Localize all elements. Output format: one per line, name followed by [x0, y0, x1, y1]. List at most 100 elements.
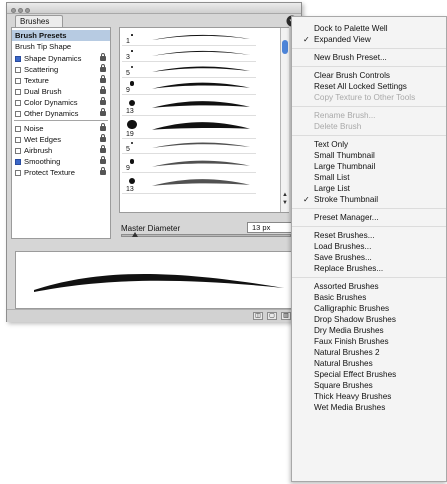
menu-item[interactable]: Dock to Palette Well — [292, 23, 446, 34]
options-separator — [14, 120, 108, 121]
menu-item[interactable]: Natural Brushes — [292, 358, 446, 369]
menu-item[interactable]: Natural Brushes 2 — [292, 347, 446, 358]
brush-preset-row[interactable]: 3 — [122, 46, 256, 62]
brush-option-item[interactable]: Brush Presets — [12, 30, 110, 41]
trash-icon[interactable]: ▥ — [281, 312, 291, 320]
lock-icon[interactable] — [100, 145, 106, 153]
brush-preset-row[interactable]: 5 — [122, 62, 256, 78]
menu-item[interactable]: Reset All Locked Settings — [292, 81, 446, 92]
slider-knob-icon[interactable] — [131, 232, 138, 237]
brush-option-item[interactable]: Brush Tip Shape — [12, 41, 110, 52]
menu-item[interactable]: Small List — [292, 172, 446, 183]
brush-option-item[interactable]: Smoothing — [12, 156, 110, 167]
lock-icon[interactable] — [100, 108, 106, 116]
lock-icon[interactable] — [100, 97, 106, 105]
lock-icon[interactable] — [100, 167, 106, 175]
option-label: Dual Brush — [24, 87, 62, 96]
menu-separator — [292, 66, 446, 67]
menu-item[interactable]: Special Effect Brushes — [292, 369, 446, 380]
brush-option-item[interactable]: Color Dynamics — [12, 97, 110, 108]
lock-icon[interactable] — [100, 123, 106, 131]
brush-option-item[interactable]: Dual Brush — [12, 86, 110, 97]
menu-item[interactable]: ✓ Expanded View — [292, 34, 446, 45]
menu-item[interactable]: Large Thumbnail — [292, 161, 446, 172]
scroll-down-arrow-icon[interactable]: ▼ — [282, 200, 288, 206]
menu-item[interactable]: Dry Media Brushes — [292, 325, 446, 336]
brush-tip-icon — [129, 81, 135, 86]
brush-stroke-thumbnail — [152, 66, 250, 72]
new-brush-icon[interactable]: ▢ — [267, 312, 277, 320]
menu-item[interactable]: Text Only — [292, 139, 446, 150]
lock-icon[interactable] — [100, 64, 106, 72]
menu-item[interactable]: Thick Heavy Brushes — [292, 391, 446, 402]
brush-stroke-thumbnail — [152, 34, 250, 40]
brush-option-item[interactable]: Airbrush — [12, 145, 110, 156]
option-checkbox[interactable] — [15, 170, 21, 176]
brush-option-item[interactable]: Scattering — [12, 64, 110, 75]
menu-item[interactable]: Basic Brushes — [292, 292, 446, 303]
preset-list-scrollbar[interactable]: ▲ ▼ — [280, 28, 289, 212]
option-checkbox[interactable] — [15, 67, 21, 73]
option-label: Brush Tip Shape — [15, 42, 72, 51]
option-checkbox[interactable] — [15, 148, 21, 154]
lock-icon[interactable] — [100, 156, 106, 164]
brush-preset-row[interactable]: 9 — [122, 156, 256, 174]
option-checkbox[interactable] — [15, 78, 21, 84]
checkmark-icon: ✓ — [303, 195, 310, 204]
menu-item[interactable]: Calligraphic Brushes — [292, 303, 446, 314]
brush-preset-row[interactable]: 13 — [122, 96, 256, 116]
scrollbar-thumb[interactable] — [282, 40, 288, 54]
brush-preset-row[interactable]: 13 — [122, 174, 256, 194]
option-label: Airbrush — [24, 146, 53, 155]
scroll-up-arrow-icon[interactable]: ▲ — [282, 192, 288, 198]
brush-option-item[interactable]: Shape Dynamics — [12, 53, 110, 64]
brush-option-item[interactable]: Protect Texture — [12, 167, 110, 178]
menu-item[interactable]: Reset Brushes... — [292, 230, 446, 241]
menu-item[interactable]: Clear Brush Controls — [292, 70, 446, 81]
option-checkbox[interactable] — [15, 111, 21, 117]
menu-item[interactable]: Load Brushes... — [292, 241, 446, 252]
menu-item-label: Delete Brush — [314, 122, 362, 131]
brush-option-item[interactable]: Texture — [12, 75, 110, 86]
option-checkbox[interactable] — [15, 56, 21, 62]
menu-item[interactable]: Large List — [292, 183, 446, 194]
lock-icon[interactable] — [100, 86, 106, 94]
option-checkbox[interactable] — [15, 126, 21, 132]
brush-preset-row[interactable]: 9 — [122, 78, 256, 96]
menu-item[interactable]: Square Brushes — [292, 380, 446, 391]
option-checkbox[interactable] — [15, 100, 21, 106]
lock-icon[interactable] — [100, 53, 106, 61]
brush-preset-row[interactable]: 1 — [122, 30, 256, 46]
menu-item[interactable]: Drop Shadow Brushes — [292, 314, 446, 325]
menu-item[interactable]: Wet Media Brushes — [292, 402, 446, 413]
zoom-window-button[interactable] — [25, 8, 30, 13]
brush-preset-row[interactable]: 5 — [122, 138, 256, 154]
menu-item[interactable]: Small Thumbnail — [292, 150, 446, 161]
master-diameter-slider[interactable] — [121, 234, 291, 237]
menu-item-label: Expanded View — [314, 35, 371, 44]
option-checkbox[interactable] — [15, 89, 21, 95]
close-window-button[interactable] — [11, 8, 16, 13]
menu-item[interactable]: New Brush Preset... — [292, 52, 446, 63]
menu-item[interactable]: Preset Manager... — [292, 212, 446, 223]
menu-item[interactable]: Replace Brushes... — [292, 263, 446, 274]
brush-preset-row[interactable]: 19 — [122, 116, 256, 140]
master-diameter-input[interactable]: 13 px — [247, 222, 293, 233]
toggle-options-icon[interactable]: ◫ — [253, 312, 263, 320]
menu-item[interactable]: Assorted Brushes — [292, 281, 446, 292]
minimize-window-button[interactable] — [18, 8, 23, 13]
brush-option-item[interactable]: Noise — [12, 123, 110, 134]
lock-icon[interactable] — [100, 134, 106, 142]
menu-item[interactable]: ✓ Stroke Thumbnail — [292, 194, 446, 205]
option-checkbox[interactable] — [15, 159, 21, 165]
brush-tip-icon — [128, 177, 136, 185]
brush-option-item[interactable]: Other Dynamics — [12, 108, 110, 119]
brush-option-item[interactable]: Wet Edges — [12, 134, 110, 145]
palette-titlebar[interactable] — [7, 3, 301, 14]
menu-item[interactable]: Save Brushes... — [292, 252, 446, 263]
brush-size-label: 5 — [126, 146, 130, 153]
brush-options-list: Brush Presets Brush Tip Shape Shape Dynami… — [11, 27, 111, 239]
lock-icon[interactable] — [100, 75, 106, 83]
menu-item[interactable]: Faux Finish Brushes — [292, 336, 446, 347]
option-checkbox[interactable] — [15, 137, 21, 143]
